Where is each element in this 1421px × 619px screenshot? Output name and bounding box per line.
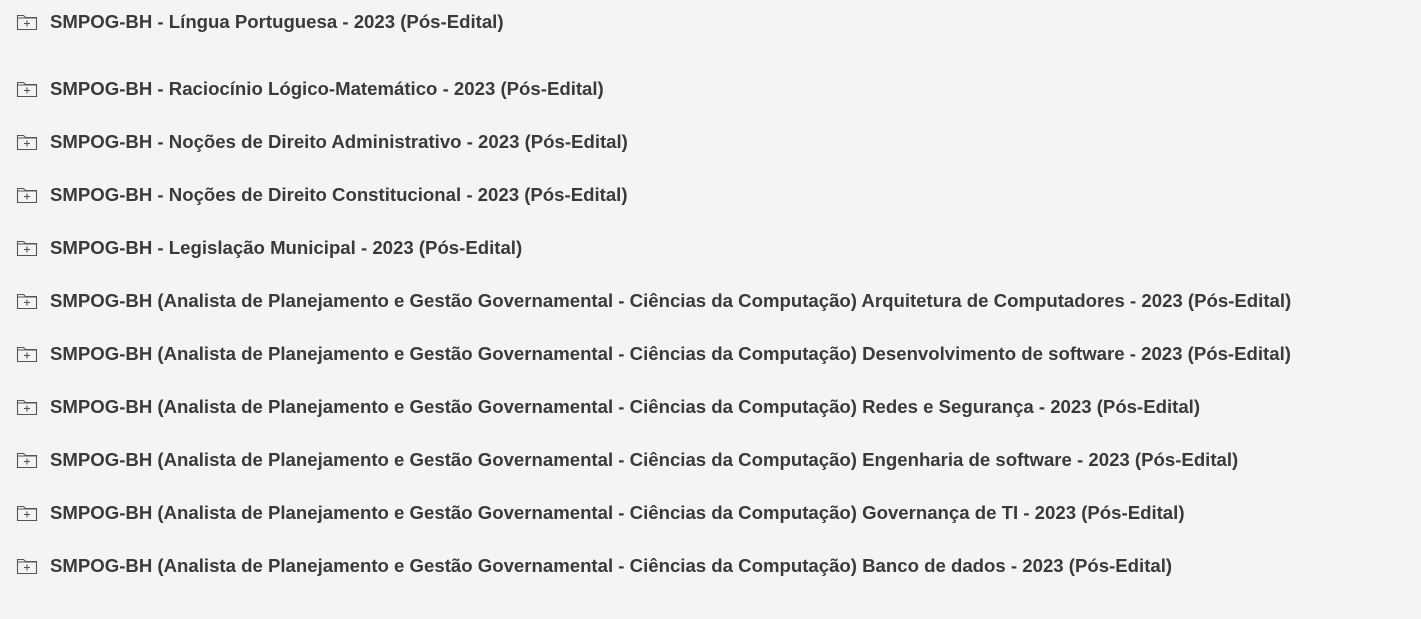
folder-item-9[interactable]: SMPOG-BH (Analista de Planejamento e Ges… [16,433,1421,486]
folder-label[interactable]: SMPOG-BH (Analista de Planejamento e Ges… [50,343,1291,365]
folder-label[interactable]: SMPOG-BH (Analista de Planejamento e Ges… [50,502,1185,524]
folder-plus-icon[interactable] [16,133,38,151]
folder-label[interactable]: SMPOG-BH (Analista de Planejamento e Ges… [50,396,1200,418]
folder-label[interactable]: SMPOG-BH - Língua Portuguesa - 2023 (Pós… [50,11,504,33]
folder-plus-icon[interactable] [16,451,38,469]
folder-list: SMPOG-BH - Língua Portuguesa - 2023 (Pós… [16,9,1421,592]
folder-label[interactable]: SMPOG-BH - Legislação Municipal - 2023 (… [50,237,522,259]
folder-plus-icon[interactable] [16,504,38,522]
folder-item-8[interactable]: SMPOG-BH (Analista de Planejamento e Ges… [16,380,1421,433]
folder-plus-icon[interactable] [16,292,38,310]
folder-item-4[interactable]: SMPOG-BH - Noções de Direito Constitucio… [16,168,1421,221]
folder-plus-icon[interactable] [16,398,38,416]
folder-plus-icon[interactable] [16,13,38,31]
folder-label[interactable]: SMPOG-BH (Analista de Planejamento e Ges… [50,449,1238,471]
folder-item-1[interactable]: SMPOG-BH - Língua Portuguesa - 2023 (Pós… [16,9,1421,35]
folder-item-2[interactable]: SMPOG-BH - Raciocínio Lógico-Matemático … [16,62,1421,115]
folder-plus-icon[interactable] [16,345,38,363]
folder-plus-icon[interactable] [16,557,38,575]
folder-item-6[interactable]: SMPOG-BH (Analista de Planejamento e Ges… [16,274,1421,327]
folder-plus-icon[interactable] [16,186,38,204]
folder-item-7[interactable]: SMPOG-BH (Analista de Planejamento e Ges… [16,327,1421,380]
folder-item-11[interactable]: SMPOG-BH (Analista de Planejamento e Ges… [16,539,1421,592]
folder-label[interactable]: SMPOG-BH (Analista de Planejamento e Ges… [50,555,1172,577]
folder-label[interactable]: SMPOG-BH (Analista de Planejamento e Ges… [50,290,1291,312]
folder-label[interactable]: SMPOG-BH - Noções de Direito Constitucio… [50,184,628,206]
folder-item-10[interactable]: SMPOG-BH (Analista de Planejamento e Ges… [16,486,1421,539]
folder-item-5[interactable]: SMPOG-BH - Legislação Municipal - 2023 (… [16,221,1421,274]
folder-item-3[interactable]: SMPOG-BH - Noções de Direito Administrat… [16,115,1421,168]
folder-plus-icon[interactable] [16,239,38,257]
folder-label[interactable]: SMPOG-BH - Raciocínio Lógico-Matemático … [50,78,604,100]
folder-label[interactable]: SMPOG-BH - Noções de Direito Administrat… [50,131,628,153]
folder-plus-icon[interactable] [16,80,38,98]
